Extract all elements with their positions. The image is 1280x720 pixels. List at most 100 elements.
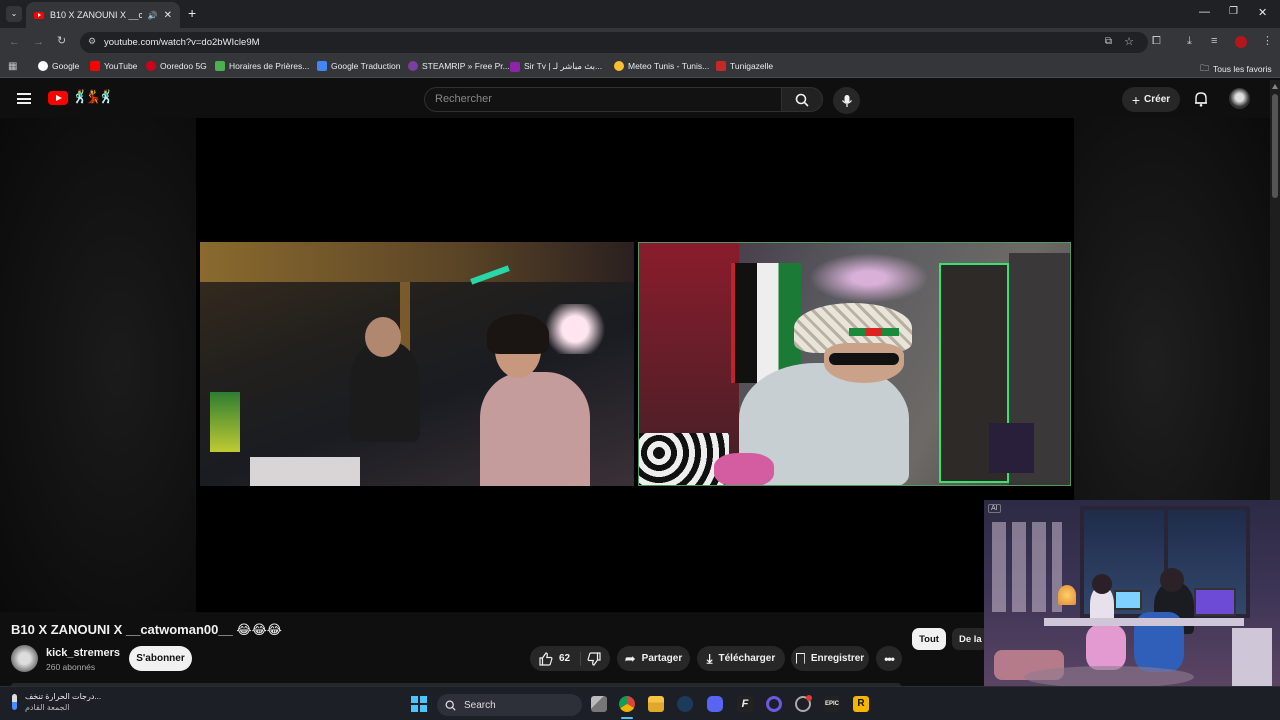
bookmark-steamrip[interactable]: STEAMRIP » Free Pr...	[408, 61, 510, 71]
share-button[interactable]: ➦ Partager	[617, 646, 690, 671]
tab-title: B10 X ZANOUNI X __catwo	[50, 10, 142, 20]
bookmark-star-icon[interactable]: ☆	[1124, 35, 1134, 48]
minimize-window-button[interactable]: —	[1199, 6, 1210, 18]
search-icon	[795, 93, 809, 107]
bookmark-label: Tunigazelle	[730, 61, 774, 71]
webcam-feed-right	[638, 242, 1071, 486]
all-bookmarks-label: Tous les favoris	[1213, 64, 1272, 74]
new-tab-button[interactable]: +	[188, 5, 196, 21]
chip-all[interactable]: Tout	[912, 628, 946, 650]
lofi-wallpaper-overlay: AI	[984, 500, 1280, 686]
thumbs-down-icon[interactable]	[587, 651, 601, 666]
rockstar-icon[interactable]: R	[853, 696, 869, 712]
maximize-window-button[interactable]: ❐	[1229, 6, 1238, 17]
file-explorer-icon[interactable]	[648, 696, 664, 712]
install-app-icon[interactable]: ⧉	[1105, 36, 1112, 47]
bookmark-youtube[interactable]: YouTube	[90, 61, 137, 71]
channel-name[interactable]: kick_stremers	[46, 647, 120, 659]
reload-icon[interactable]: ↻	[57, 36, 66, 47]
share-label: Partager	[641, 653, 683, 664]
account-avatar[interactable]	[1229, 88, 1250, 109]
like-button[interactable]: 62	[539, 651, 582, 666]
chip-from-channel[interactable]: De la	[952, 628, 988, 650]
more-actions-button[interactable]: •••	[876, 646, 902, 671]
address-url: youtube.com/watch?v=do2bWIcle9M	[104, 37, 260, 48]
apps-grid-icon[interactable]: ▦	[8, 61, 17, 72]
voice-search-button[interactable]	[833, 87, 860, 114]
ooredoo-icon	[146, 61, 156, 71]
extensions-icon[interactable]: ⧠	[1152, 36, 1161, 47]
bookmark-ooredoo[interactable]: Ooredoo 5G	[146, 61, 207, 71]
youtube-logo[interactable]	[48, 91, 68, 105]
back-arrow-icon[interactable]: ←	[9, 37, 20, 48]
youtube-header: 🕺💃🕺 Rechercher + Créer	[0, 80, 1270, 118]
windows-start-icon[interactable]	[411, 696, 427, 712]
scroll-thumb[interactable]	[1272, 94, 1278, 198]
browser-tab-strip: ⌄ B10 X ZANOUNI X __catwo 🔊 ✕ + — ❐ ✕	[0, 0, 1280, 28]
all-bookmarks[interactable]: 🗀 Tous les favoris	[1200, 61, 1272, 77]
weather-text-line2: الجمعة القادم	[25, 703, 70, 712]
webcam-feed-left	[200, 242, 634, 486]
bookmark-meteo[interactable]: Meteo Tunis - Tunis...	[614, 61, 709, 71]
bookmark-label: Horaires de Prières...	[229, 61, 310, 71]
video-title: B10 X ZANOUNI X __catwoman00__ 😂😂😂	[11, 622, 282, 637]
taskbar-search-label: Search	[464, 699, 496, 711]
bookmark-google-traduction[interactable]: Google Traduction	[317, 61, 400, 71]
like-dislike-group: 62	[530, 646, 610, 671]
epic-games-icon[interactable]: EPIC	[824, 696, 840, 712]
browser-tab-active[interactable]: B10 X ZANOUNI X __catwo 🔊 ✕	[26, 2, 180, 28]
scroll-up-arrow-icon[interactable]	[1272, 84, 1278, 89]
forward-arrow-icon[interactable]: →	[33, 37, 44, 48]
download-button[interactable]: ⤓ Télécharger	[697, 646, 785, 671]
thumbs-up-icon	[539, 651, 553, 666]
chrome-taskbar-icon[interactable]	[619, 696, 635, 712]
weather-text-line1: درجات الحرارة تنخف...	[25, 692, 102, 701]
search-icon	[445, 700, 456, 711]
discord-icon[interactable]	[707, 696, 723, 712]
speaker-icon[interactable]: 🔊	[148, 11, 158, 20]
subscribe-button[interactable]: S'abonner	[129, 646, 192, 671]
bookmark-tunigazelle[interactable]: Tunigazelle	[716, 61, 773, 71]
bookmark-horaires[interactable]: Horaires de Prières...	[215, 61, 309, 71]
media-controls-icon[interactable]: ≡	[1211, 36, 1217, 47]
sirtv-icon	[510, 61, 520, 72]
subscriber-count: 260 abonnés	[46, 662, 96, 672]
bookmark-label: YouTube	[104, 61, 138, 71]
steam-icon[interactable]	[677, 696, 693, 712]
notifications-bell-icon[interactable]	[1194, 91, 1208, 112]
bookmark-sir-tv[interactable]: Sir Tv | بث مباشر لـ...	[510, 61, 602, 72]
site-info-icon[interactable]: ⚙	[88, 36, 96, 47]
chrome-menu-icon[interactable]: ⋮	[1262, 36, 1273, 47]
bookmark-label: Meteo Tunis - Tunis...	[628, 61, 710, 71]
downloads-icon[interactable]: ⤓	[1187, 36, 1192, 47]
app-f-icon[interactable]: F	[737, 696, 753, 712]
save-button[interactable]: Enregistrer	[791, 646, 869, 671]
tab-close-icon[interactable]: ✕	[164, 10, 172, 21]
weather-widget[interactable]: درجات الحرارة تنخف... الجمعة القادم	[12, 692, 101, 712]
doodle-dancers-icon[interactable]: 🕺💃🕺	[72, 89, 115, 105]
close-window-button[interactable]: ✕	[1258, 6, 1267, 19]
circle-app-icon[interactable]	[766, 696, 782, 712]
search-button[interactable]	[781, 87, 823, 112]
ai-badge: AI	[988, 504, 1001, 513]
task-view-icon[interactable]	[591, 696, 607, 712]
bookmark-label: STEAMRIP » Free Pr...	[422, 61, 510, 71]
create-button[interactable]: + Créer	[1122, 87, 1180, 112]
youtube-icon	[90, 61, 100, 71]
chrome-active-indicator	[621, 717, 633, 719]
channel-avatar[interactable]	[11, 645, 38, 672]
bookmark-label: Sir Tv | بث مباشر لـ...	[524, 61, 603, 71]
tab-search-button[interactable]: ⌄	[6, 6, 22, 22]
like-count: 62	[558, 653, 571, 664]
profile-avatar[interactable]	[1235, 36, 1247, 48]
plus-icon: +	[1131, 91, 1141, 108]
search-input[interactable]: Rechercher	[424, 87, 782, 112]
share-arrow-icon: ➦	[624, 650, 636, 666]
bookmark-google[interactable]: Google	[38, 61, 79, 71]
hamburger-menu-icon[interactable]	[17, 93, 31, 104]
taskbar-search[interactable]: Search	[437, 694, 582, 716]
download-icon: ⤓	[706, 650, 713, 666]
thermometer-icon	[12, 694, 17, 710]
address-bar[interactable]: ⚙ youtube.com/watch?v=do2bWIcle9M ⧉ ☆	[80, 32, 1148, 53]
bookmark-icon	[795, 653, 805, 664]
